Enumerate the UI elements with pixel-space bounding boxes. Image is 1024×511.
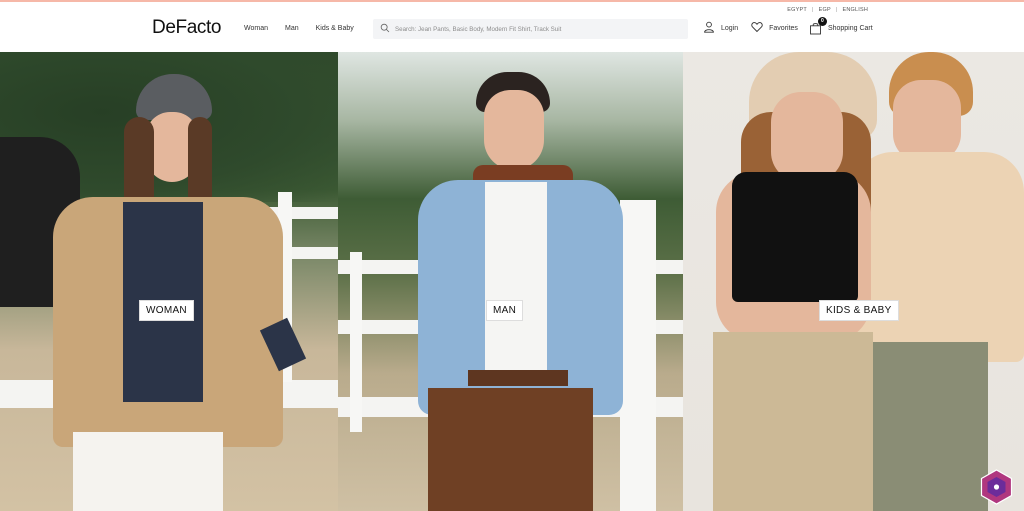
- nav-item-man[interactable]: Man: [285, 25, 299, 32]
- search-icon: [380, 20, 390, 38]
- header-actions: Login Favorites 0 Shopping Cart: [703, 16, 873, 37]
- category-panel-man[interactable]: MAN: [338, 52, 683, 511]
- shopping-cart-button[interactable]: 0 Shopping Cart: [809, 16, 873, 37]
- shopping-bag-icon: [809, 22, 822, 37]
- favorites-label: Favorites: [769, 24, 798, 32]
- hero-categories: WOMAN MAN KIDS & BABY: [0, 52, 1024, 511]
- boy-figure: [853, 52, 1024, 511]
- fence-post: [350, 252, 362, 432]
- category-panel-kids-baby[interactable]: KIDS & BABY: [683, 52, 1024, 511]
- cart-label: Shopping Cart: [827, 24, 873, 32]
- category-label-kids-baby[interactable]: KIDS & BABY: [819, 300, 899, 321]
- nav-item-woman[interactable]: Woman: [244, 25, 268, 32]
- category-panel-woman[interactable]: WOMAN: [0, 52, 338, 511]
- girl-figure: [701, 52, 877, 511]
- search-bar: [373, 19, 688, 39]
- chat-hexagon-icon: [980, 469, 1013, 509]
- heart-icon: [751, 21, 763, 35]
- category-label-woman[interactable]: WOMAN: [139, 300, 194, 321]
- cart-count-badge: 0: [817, 16, 827, 26]
- login-button[interactable]: Login: [703, 21, 738, 35]
- user-icon: [703, 21, 715, 35]
- category-label-man[interactable]: MAN: [486, 300, 524, 321]
- chat-assistant-button[interactable]: [980, 469, 1013, 505]
- woman-figure: [28, 72, 318, 511]
- brand-logo[interactable]: DeFacto: [152, 17, 221, 39]
- nav-item-kids-baby[interactable]: Kids & Baby: [316, 25, 354, 32]
- site-header: DeFacto Woman Man Kids & Baby Login Favo…: [0, 0, 1024, 52]
- main-nav: Woman Man Kids & Baby: [244, 25, 354, 32]
- cart-icon-wrap: 0: [809, 16, 827, 37]
- login-label: Login: [721, 24, 739, 32]
- favorites-button[interactable]: Favorites: [751, 21, 798, 35]
- man-figure: [408, 70, 628, 511]
- search-input[interactable]: [395, 25, 675, 33]
